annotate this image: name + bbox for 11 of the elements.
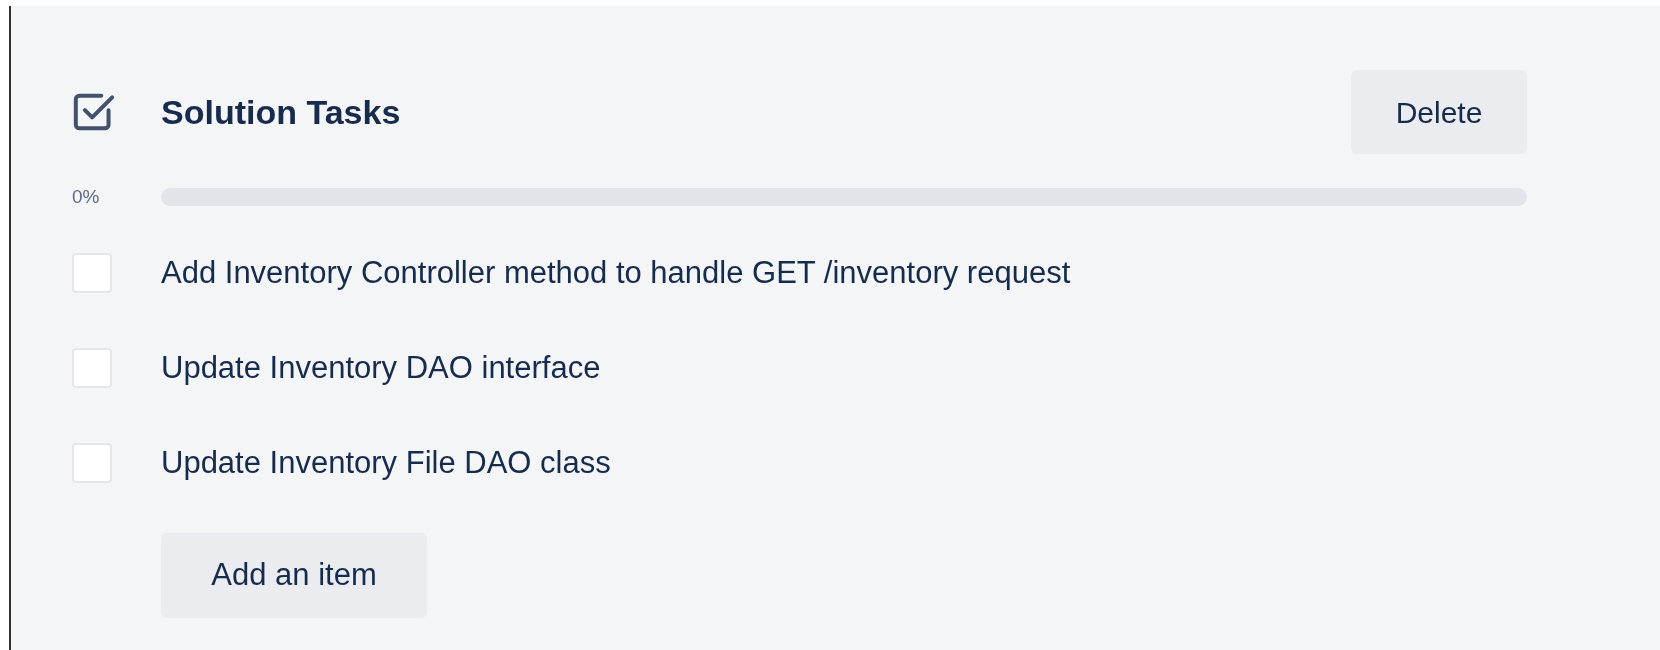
checkbox[interactable] xyxy=(72,443,112,483)
add-item-button[interactable]: Add an item xyxy=(161,533,427,618)
checkbox-icon xyxy=(72,92,116,132)
delete-button[interactable]: Delete xyxy=(1351,70,1527,154)
checkbox[interactable] xyxy=(72,348,112,388)
checklist-item-text: Update Inventory File DAO class xyxy=(161,443,611,482)
progress-percentage: 0% xyxy=(72,184,101,209)
checklist-title: Solution Tasks xyxy=(161,91,402,133)
checkbox[interactable] xyxy=(72,253,112,293)
checklist-item-text: Update Inventory DAO interface xyxy=(161,348,601,387)
checklist-item-text: Add Inventory Controller method to handle GET /inventory request xyxy=(161,253,1071,292)
